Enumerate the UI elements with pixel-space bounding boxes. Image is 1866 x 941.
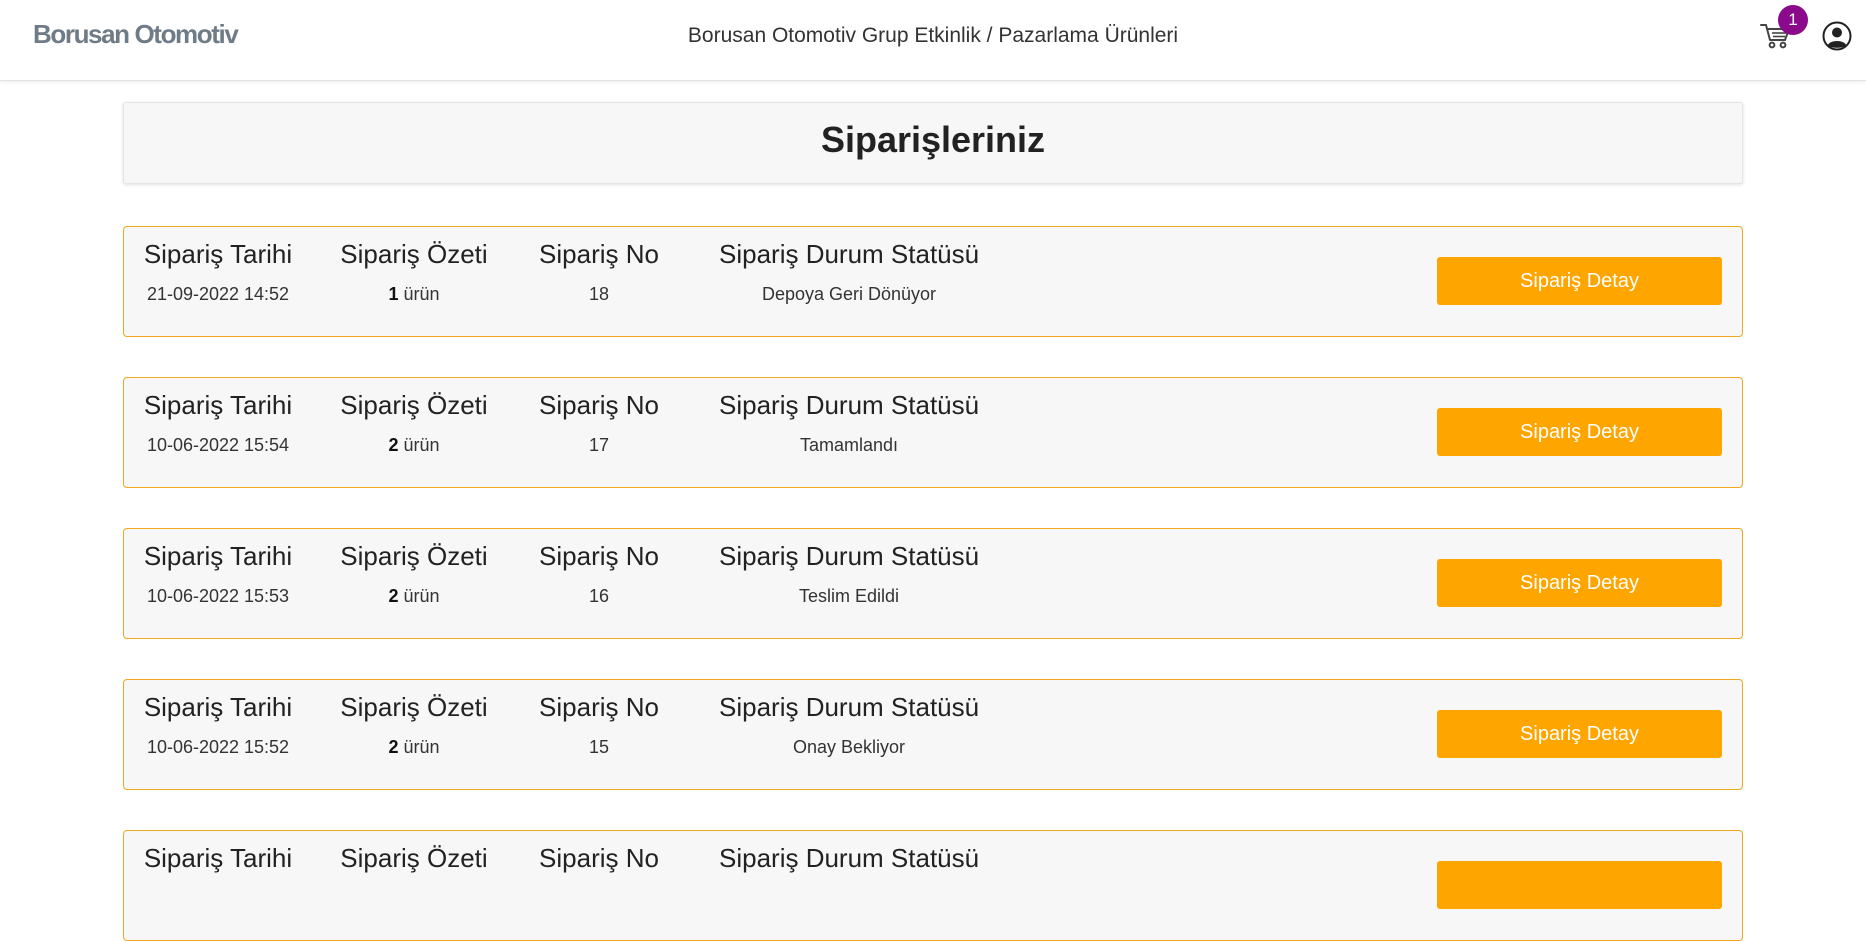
cart-count-badge[interactable]: 1	[1778, 5, 1808, 35]
order-date-label: Sipariş Tarihi	[143, 843, 293, 873]
order-number-label: Sipariş No	[539, 390, 659, 420]
item-unit: ürün	[403, 435, 440, 455]
order-status-value: Depoya Geri Dönüyor	[761, 284, 937, 304]
order-summary-label: Sipariş Özeti	[340, 541, 488, 571]
order-status-value: Teslim Edildi	[798, 586, 900, 606]
page-title-panel: Siparişleriniz	[123, 102, 1743, 184]
order-summary-label: Sipariş Özeti	[340, 692, 488, 722]
order-number-column: Sipariş No 16	[539, 529, 659, 607]
order-number-column: Sipariş No 18	[539, 227, 659, 305]
order-number-value: 16	[588, 586, 610, 606]
order-number-column: Sipariş No 17	[539, 378, 659, 456]
order-status-label: Sipariş Durum Statüsü	[719, 390, 980, 420]
order-date-column: Sipariş Tarihi	[138, 831, 298, 874]
item-count: 2	[388, 737, 399, 757]
order-status-label: Sipariş Durum Statüsü	[719, 843, 980, 873]
order-status-column: Sipariş Durum Statüsü Depoya Geri Dönüyo…	[719, 227, 979, 305]
order-number-value: 17	[588, 435, 610, 455]
item-count: 2	[388, 435, 399, 455]
order-date-label: Sipariş Tarihi	[143, 239, 293, 269]
order-date-value: 10-06-2022 15:52	[146, 737, 290, 757]
order-detail-button[interactable]: Sipariş Detay	[1437, 559, 1722, 607]
item-unit: ürün	[403, 586, 440, 606]
order-summary-label: Sipariş Özeti	[340, 843, 488, 873]
order-card: Sipariş Tarihi Sipariş Özeti Sipariş No …	[123, 830, 1743, 941]
order-detail-button[interactable]: Sipariş Detay	[1437, 257, 1722, 305]
order-number-label: Sipariş No	[539, 541, 659, 571]
order-summary-value: 1 ürün	[339, 284, 489, 305]
order-summary-value: 2 ürün	[339, 586, 489, 607]
order-status-label: Sipariş Durum Statüsü	[719, 692, 980, 722]
order-date-column: Sipariş Tarihi 10-06-2022 15:52	[138, 680, 298, 758]
order-number-value: 18	[588, 284, 610, 304]
order-summary-column: Sipariş Özeti 1 ürün	[339, 227, 489, 305]
order-card: Sipariş Tarihi 10-06-2022 15:52 Sipariş …	[123, 679, 1743, 790]
order-date-column: Sipariş Tarihi 10-06-2022 15:53	[138, 529, 298, 607]
order-card: Sipariş Tarihi 10-06-2022 15:53 Sipariş …	[123, 528, 1743, 639]
user-avatar-icon[interactable]	[1822, 21, 1852, 51]
order-detail-button[interactable]	[1437, 861, 1722, 909]
site-title: Borusan Otomotiv Grup Etkinlik / Pazarla…	[687, 24, 1179, 47]
order-date-column: Sipariş Tarihi 10-06-2022 15:54	[138, 378, 298, 456]
order-number-column: Sipariş No	[539, 831, 659, 874]
item-unit: ürün	[403, 284, 440, 304]
order-date-value: 10-06-2022 15:54	[146, 435, 290, 455]
order-summary-column: Sipariş Özeti	[339, 831, 489, 874]
order-status-column: Sipariş Durum Statüsü Onay Bekliyor	[719, 680, 979, 758]
order-date-value: 21-09-2022 14:52	[146, 284, 290, 304]
order-date-column: Sipariş Tarihi 21-09-2022 14:52	[138, 227, 298, 305]
order-status-value: Tamamlandı	[799, 435, 899, 455]
order-status-column: Sipariş Durum Statüsü Tamamlandı	[719, 378, 979, 456]
order-date-label: Sipariş Tarihi	[143, 390, 293, 420]
page-title: Siparişleriniz	[820, 119, 1046, 160]
order-status-column: Sipariş Durum Statüsü Teslim Edildi	[719, 529, 979, 607]
item-count: 1	[388, 284, 399, 304]
order-status-label: Sipariş Durum Statüsü	[719, 239, 980, 269]
order-status-value: Onay Bekliyor	[792, 737, 906, 757]
order-number-label: Sipariş No	[539, 843, 659, 873]
order-summary-label: Sipariş Özeti	[340, 239, 488, 269]
order-number-label: Sipariş No	[539, 239, 659, 269]
order-date-label: Sipariş Tarihi	[143, 692, 293, 722]
order-summary-value: 2 ürün	[339, 737, 489, 758]
order-detail-button[interactable]: Sipariş Detay	[1437, 408, 1722, 456]
order-date-value: 10-06-2022 15:53	[146, 586, 290, 606]
order-summary-column: Sipariş Özeti 2 ürün	[339, 378, 489, 456]
order-detail-button[interactable]: Sipariş Detay	[1437, 710, 1722, 758]
order-card: Sipariş Tarihi 21-09-2022 14:52 Sipariş …	[123, 226, 1743, 337]
order-number-label: Sipariş No	[539, 692, 659, 722]
order-summary-column: Sipariş Özeti 2 ürün	[339, 529, 489, 607]
order-status-column: Sipariş Durum Statüsü	[719, 831, 979, 874]
top-navbar: Borusan Otomotiv Borusan Otomotiv Grup E…	[0, 0, 1866, 81]
order-status-label: Sipariş Durum Statüsü	[719, 541, 980, 571]
order-summary-value: 2 ürün	[339, 435, 489, 456]
item-unit: ürün	[403, 737, 440, 757]
order-number-value: 15	[588, 737, 610, 757]
order-summary-label: Sipariş Özeti	[340, 390, 488, 420]
item-count: 2	[388, 586, 399, 606]
order-date-label: Sipariş Tarihi	[143, 541, 293, 571]
order-summary-column: Sipariş Özeti 2 ürün	[339, 680, 489, 758]
order-number-column: Sipariş No 15	[539, 680, 659, 758]
order-card: Sipariş Tarihi 10-06-2022 15:54 Sipariş …	[123, 377, 1743, 488]
